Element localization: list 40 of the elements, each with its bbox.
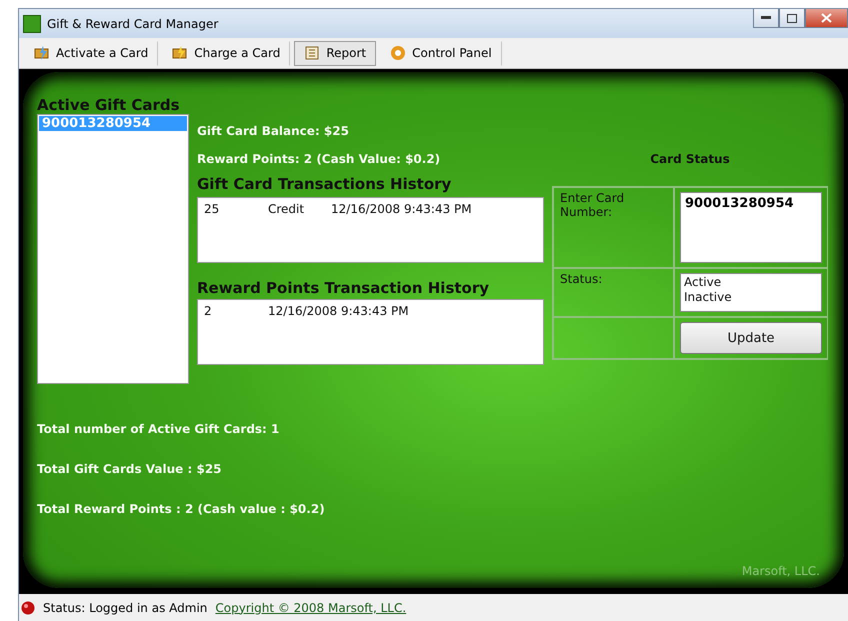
window-title: Gift & Reward Card Manager: [47, 16, 218, 30]
minimize-icon: [761, 16, 771, 20]
section-heading: Active Gift Cards: [37, 96, 181, 114]
total-text: Total number of Active Gift Cards: 1: [37, 422, 280, 436]
brand-text: Marsoft, LLC.: [742, 564, 820, 578]
tab[interactable]: Control Panel: [380, 40, 502, 66]
total-text: Total Reward Points : 2 (Cash value : $0.2): [37, 502, 326, 516]
tab[interactable]: Report: [294, 40, 376, 66]
section-heading: Reward Points Transaction History: [197, 279, 490, 297]
maximize-icon: [787, 14, 797, 22]
list-item[interactable]: Inactive: [684, 290, 818, 305]
maximize-button[interactable]: [779, 9, 805, 28]
tab[interactable]: Activate a Card: [24, 40, 158, 66]
section-heading: Gift Card Transactions History: [197, 175, 452, 193]
field-label: Status:: [553, 268, 674, 317]
list-item[interactable]: Active: [684, 275, 818, 290]
document-icon: [304, 45, 320, 61]
tab[interactable]: Charge a Card: [162, 40, 290, 66]
close-button[interactable]: [805, 9, 848, 28]
balance-text: Gift Card Balance: $25: [197, 124, 350, 138]
points-text: 2: [204, 304, 213, 318]
date-text: 12/16/2008 9:43:43 PM: [268, 304, 409, 318]
card-number-field[interactable]: 900013280954: [680, 192, 822, 263]
date-text: 12/16/2008 9:43:43 PM: [331, 202, 472, 216]
close-icon: [821, 13, 832, 23]
status-list[interactable]: Active Inactive: [680, 273, 822, 312]
card-icon: [34, 45, 50, 61]
section-heading: Card Status: [649, 152, 731, 166]
status-light-icon: [21, 600, 35, 614]
total-text: Total Gift Cards Value : $25: [37, 462, 223, 476]
status-text: Status: Logged in as Admin: [43, 600, 208, 614]
field-label: Enter Card Number:: [553, 187, 674, 268]
copyright-link[interactable]: Copyright © 2008 Marsoft, LLC.: [215, 600, 406, 614]
update-button[interactable]: Update: [680, 322, 822, 354]
minimize-button[interactable]: [753, 9, 779, 28]
app-icon: [23, 14, 41, 32]
reward-points-text: Reward Points: 2 (Cash Value: $0.2): [197, 152, 442, 166]
lightning-icon: [172, 45, 188, 61]
amount-text: 25: [204, 202, 220, 216]
type-text: Credit: [268, 202, 306, 216]
